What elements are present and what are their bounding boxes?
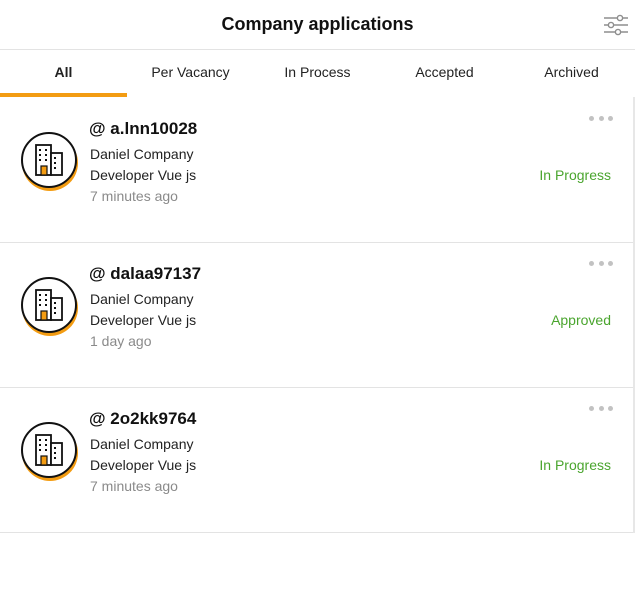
- more-options-button[interactable]: [589, 256, 613, 270]
- tab-in-process[interactable]: In Process: [254, 51, 381, 97]
- status-badge: Approved: [551, 312, 611, 328]
- application-card[interactable]: @ 2o2kk9764 Daniel Company Developer Vue…: [0, 387, 633, 533]
- applicant-username: @ a.lnn10028: [89, 119, 198, 138]
- tab-accepted[interactable]: Accepted: [381, 51, 508, 97]
- vacancy-title: Developer Vue js: [90, 167, 197, 183]
- timestamp: 7 minutes ago: [90, 188, 178, 204]
- more-options-button[interactable]: [589, 401, 613, 415]
- page-title: Company applications: [221, 14, 414, 34]
- sliders-icon: [604, 14, 628, 36]
- status-badge: In Progress: [539, 167, 611, 183]
- dot-icon: [598, 405, 604, 411]
- dot-icon: [589, 260, 594, 266]
- dot-icon: [608, 260, 613, 266]
- applicant-username: @ dalaa97137: [89, 264, 202, 283]
- company-name: Daniel Company: [90, 436, 194, 452]
- company-building-icon: [21, 132, 78, 191]
- company-name: Daniel Company: [90, 291, 194, 307]
- tab-archived[interactable]: Archived: [508, 51, 635, 97]
- tab-all[interactable]: All: [0, 51, 127, 97]
- timestamp: 7 minutes ago: [90, 478, 178, 494]
- dot-icon: [598, 115, 604, 121]
- tab-bar: All Per Vacancy In Process Accepted Arch…: [0, 51, 635, 97]
- company-name: Daniel Company: [90, 146, 194, 162]
- application-card[interactable]: @ dalaa97137 Daniel Company Developer Vu…: [0, 242, 633, 388]
- vacancy-title: Developer Vue js: [90, 312, 197, 328]
- company-building-icon: [21, 277, 78, 336]
- app-header: Company applications: [0, 0, 635, 50]
- vacancy-title: Developer Vue js: [90, 457, 197, 473]
- application-card[interactable]: @ a.lnn10028 Daniel Company Developer Vu…: [0, 97, 633, 243]
- company-building-icon: [21, 422, 78, 481]
- dot-icon: [589, 115, 594, 121]
- applicant-username: @ 2o2kk9764: [89, 409, 197, 428]
- filter-button[interactable]: [603, 12, 629, 38]
- dot-icon: [608, 405, 613, 411]
- dot-icon: [589, 405, 594, 411]
- more-options-button[interactable]: [589, 111, 613, 125]
- dot-icon: [608, 115, 613, 121]
- timestamp: 1 day ago: [90, 333, 152, 349]
- status-badge: In Progress: [539, 457, 611, 473]
- dot-icon: [598, 260, 604, 266]
- tab-per-vacancy[interactable]: Per Vacancy: [127, 51, 254, 97]
